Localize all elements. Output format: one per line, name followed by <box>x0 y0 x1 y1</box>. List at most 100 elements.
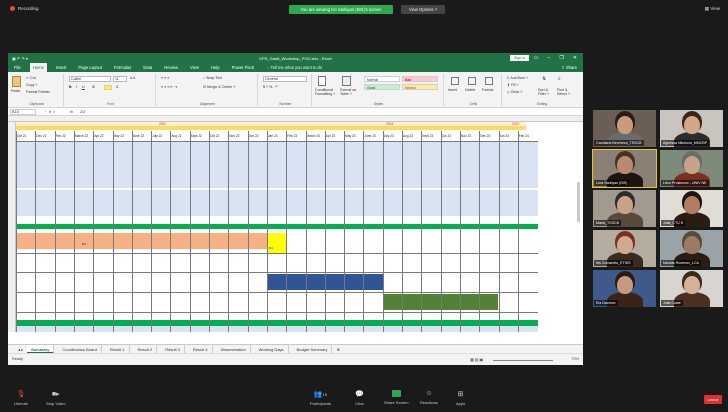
restore-icon[interactable]: ❐ <box>559 55 563 61</box>
font-color-icon[interactable]: A <box>116 85 118 89</box>
conditional-formatting-icon[interactable] <box>318 76 326 86</box>
italic-icon[interactable]: I <box>76 85 77 89</box>
tab-review[interactable]: Review <box>161 63 181 72</box>
format-cells-icon[interactable] <box>485 77 493 85</box>
participant-name: Maria_TSSCB <box>594 220 621 226</box>
month-gridline <box>112 131 114 332</box>
participant-tile[interactable]: Ela Daomov <box>593 270 656 307</box>
add-sheet-icon[interactable]: ⊕ <box>336 347 339 352</box>
ribbon-display-icon[interactable]: ▭ <box>534 55 539 61</box>
month-gridline <box>382 131 384 332</box>
month-gridline <box>151 131 153 332</box>
fill-color-icon[interactable] <box>104 85 112 90</box>
sort-filter-icon[interactable]: ⇅ <box>542 76 546 82</box>
status-bar: Ready ▦ ▤ ▣ 70% <box>8 353 583 365</box>
cut-button[interactable]: ✂ Cut <box>26 76 36 80</box>
month-gridline <box>517 131 519 332</box>
participant-tile[interactable]: Iris Comaneiu_ETSIS <box>593 230 656 267</box>
share-button[interactable]: ⇧ Share <box>561 65 577 70</box>
vertical-scrollbar[interactable] <box>577 182 580 222</box>
gantt-grid[interactable]: 2022 2023 2024 Oct 21 Dec 21 Feb 22 March 2… <box>16 122 583 332</box>
style-bad[interactable]: Bad <box>402 76 438 82</box>
participant-tile[interactable]: Agnessa Nikolova_MMCBP <box>660 110 723 147</box>
participant-tile[interactable]: Maria_TSSCB <box>593 190 656 227</box>
zoom-slider[interactable] <box>493 360 553 361</box>
copy-button[interactable]: Copy ˅ <box>26 83 38 87</box>
tab-formulas[interactable]: Formulas <box>111 63 134 72</box>
wrap-text-button[interactable]: ⤶ Wrap Text <box>203 76 222 80</box>
tab-page-layout[interactable]: Page Layout <box>75 63 105 72</box>
chat-button[interactable]: 💬 Chat <box>355 390 364 406</box>
font-size-select[interactable]: 11 <box>113 76 127 82</box>
participant-tile[interactable]: Julia Coale <box>660 270 723 307</box>
currency-icon[interactable]: $ ˅ % ‚ ⁰⁰ <box>263 85 278 89</box>
cell-mark-1: M1 <box>82 242 86 246</box>
participant-tile[interactable]: Lora Sarkiyan (BIS) <box>592 149 657 188</box>
format-painter-button[interactable]: Format Painter <box>26 90 50 94</box>
participant-tile[interactable]: Nicolas Rozenov_LCA <box>660 230 723 267</box>
insert-cells-icon[interactable] <box>451 77 459 85</box>
delete-cells-icon[interactable] <box>468 77 476 85</box>
year-strip-accent <box>16 126 526 130</box>
tab-help[interactable]: Help <box>208 63 223 72</box>
minimize-icon[interactable]: – <box>548 55 551 61</box>
month-header: Feb 22 <box>55 134 66 138</box>
month-header: Aug 23 <box>403 134 414 138</box>
formula-input[interactable]: 2/2 <box>80 110 85 114</box>
underline-icon[interactable]: U <box>82 85 85 89</box>
zoom-window: Recording You are viewing Ivo Sarkiyan (… <box>0 0 728 412</box>
tab-insert[interactable]: Insert <box>53 63 69 72</box>
format-table-icon[interactable] <box>342 76 351 86</box>
participant-tile[interactable]: Libor Proskovec - UNIV NE <box>660 150 723 187</box>
view-mode-icons[interactable]: ▦ ▤ ▣ <box>470 357 483 362</box>
tab-home[interactable]: Home <box>29 63 47 72</box>
close-icon[interactable]: ✕ <box>573 55 577 61</box>
style-neutral[interactable]: Neutral <box>402 84 438 90</box>
share-screen-button[interactable]: Share Screen <box>384 390 408 405</box>
zoom-level[interactable]: 70% <box>571 357 579 361</box>
participants-button[interactable]: 👥15 Participants <box>310 390 331 406</box>
reactions-button[interactable]: ☺ Reactions <box>420 390 438 405</box>
name-box[interactable]: B15 <box>10 109 36 115</box>
participant-name: Julia Coale <box>661 300 683 306</box>
align-left-icon[interactable]: ≡ ≡ ≡ ⇤ ⇥ <box>161 85 177 89</box>
paste-icon[interactable] <box>12 76 21 87</box>
cell-mark-2: M1 <box>269 246 273 250</box>
view-options-button[interactable]: View Options ˅ <box>401 5 445 14</box>
font-grow-icon[interactable]: A A <box>130 76 135 80</box>
stop-video-button[interactable]: ■▸ Stop Video <box>46 390 66 406</box>
sheet-nav-icon[interactable]: ◂ ▸ <box>18 347 23 352</box>
participant-tile[interactable]: Julia_CTU.R <box>660 190 723 227</box>
apps-icon: ⊞ <box>457 391 464 398</box>
bold-icon[interactable]: B <box>69 85 72 89</box>
merge-center-button[interactable]: ⊟ Merge & Center ˅ <box>203 85 235 89</box>
unmute-button[interactable]: 🎙 Unmute <box>14 390 28 406</box>
font-name-select[interactable]: Calibri <box>69 76 111 82</box>
view-button[interactable]: ▦ View <box>705 6 720 12</box>
align-top-icon[interactable]: ≡ ≡ ≡ <box>161 76 169 80</box>
tab-view[interactable]: View <box>187 63 202 72</box>
alignment-group: ≡ ≡ ≡ ≡ ≡ ≡ ⇤ ⇥ ⤶ Wrap Text ⊟ Merge & Ce… <box>158 74 258 106</box>
formula-controls[interactable]: ⋮ ✕ ✓ <box>44 110 56 114</box>
leave-button[interactable]: Leave <box>704 395 722 404</box>
tab-file[interactable]: File <box>11 63 24 72</box>
month-gridline <box>266 131 268 332</box>
style-normal[interactable]: Normal <box>364 76 400 82</box>
number-format-select[interactable]: General <box>263 76 307 82</box>
shared-excel-window: ▣ ↶ ↷ ▾ KPS_Gantt_Workshop_PCD.xlsx - Ex… <box>8 53 583 365</box>
month-header: Apr 22 <box>94 134 104 138</box>
find-icon[interactable]: ⌕ <box>558 76 561 82</box>
tab-data[interactable]: Data <box>140 63 155 72</box>
sign-in-button[interactable]: Sign in <box>510 55 529 61</box>
apps-button[interactable]: ⊞ Apps <box>456 390 465 406</box>
fx-icon[interactable]: fx <box>70 110 73 114</box>
tell-me-search[interactable]: ◌ Tell me what you want to do <box>267 65 322 70</box>
autosum-button[interactable]: Σ AutoSum ˅ <box>507 76 528 80</box>
clear-button[interactable]: ◇ Clear ˅ <box>507 90 522 94</box>
style-good[interactable]: Good <box>364 84 400 90</box>
tab-power-pivot[interactable]: Power Pivot <box>229 63 257 72</box>
borders-icon[interactable]: ⊞ <box>92 85 95 89</box>
fill-button[interactable]: ⬇ Fill ˅ <box>507 83 519 87</box>
participant-tile[interactable]: Caroliana Bercheva_TSSCB <box>593 110 656 147</box>
month-gridline <box>440 131 442 332</box>
